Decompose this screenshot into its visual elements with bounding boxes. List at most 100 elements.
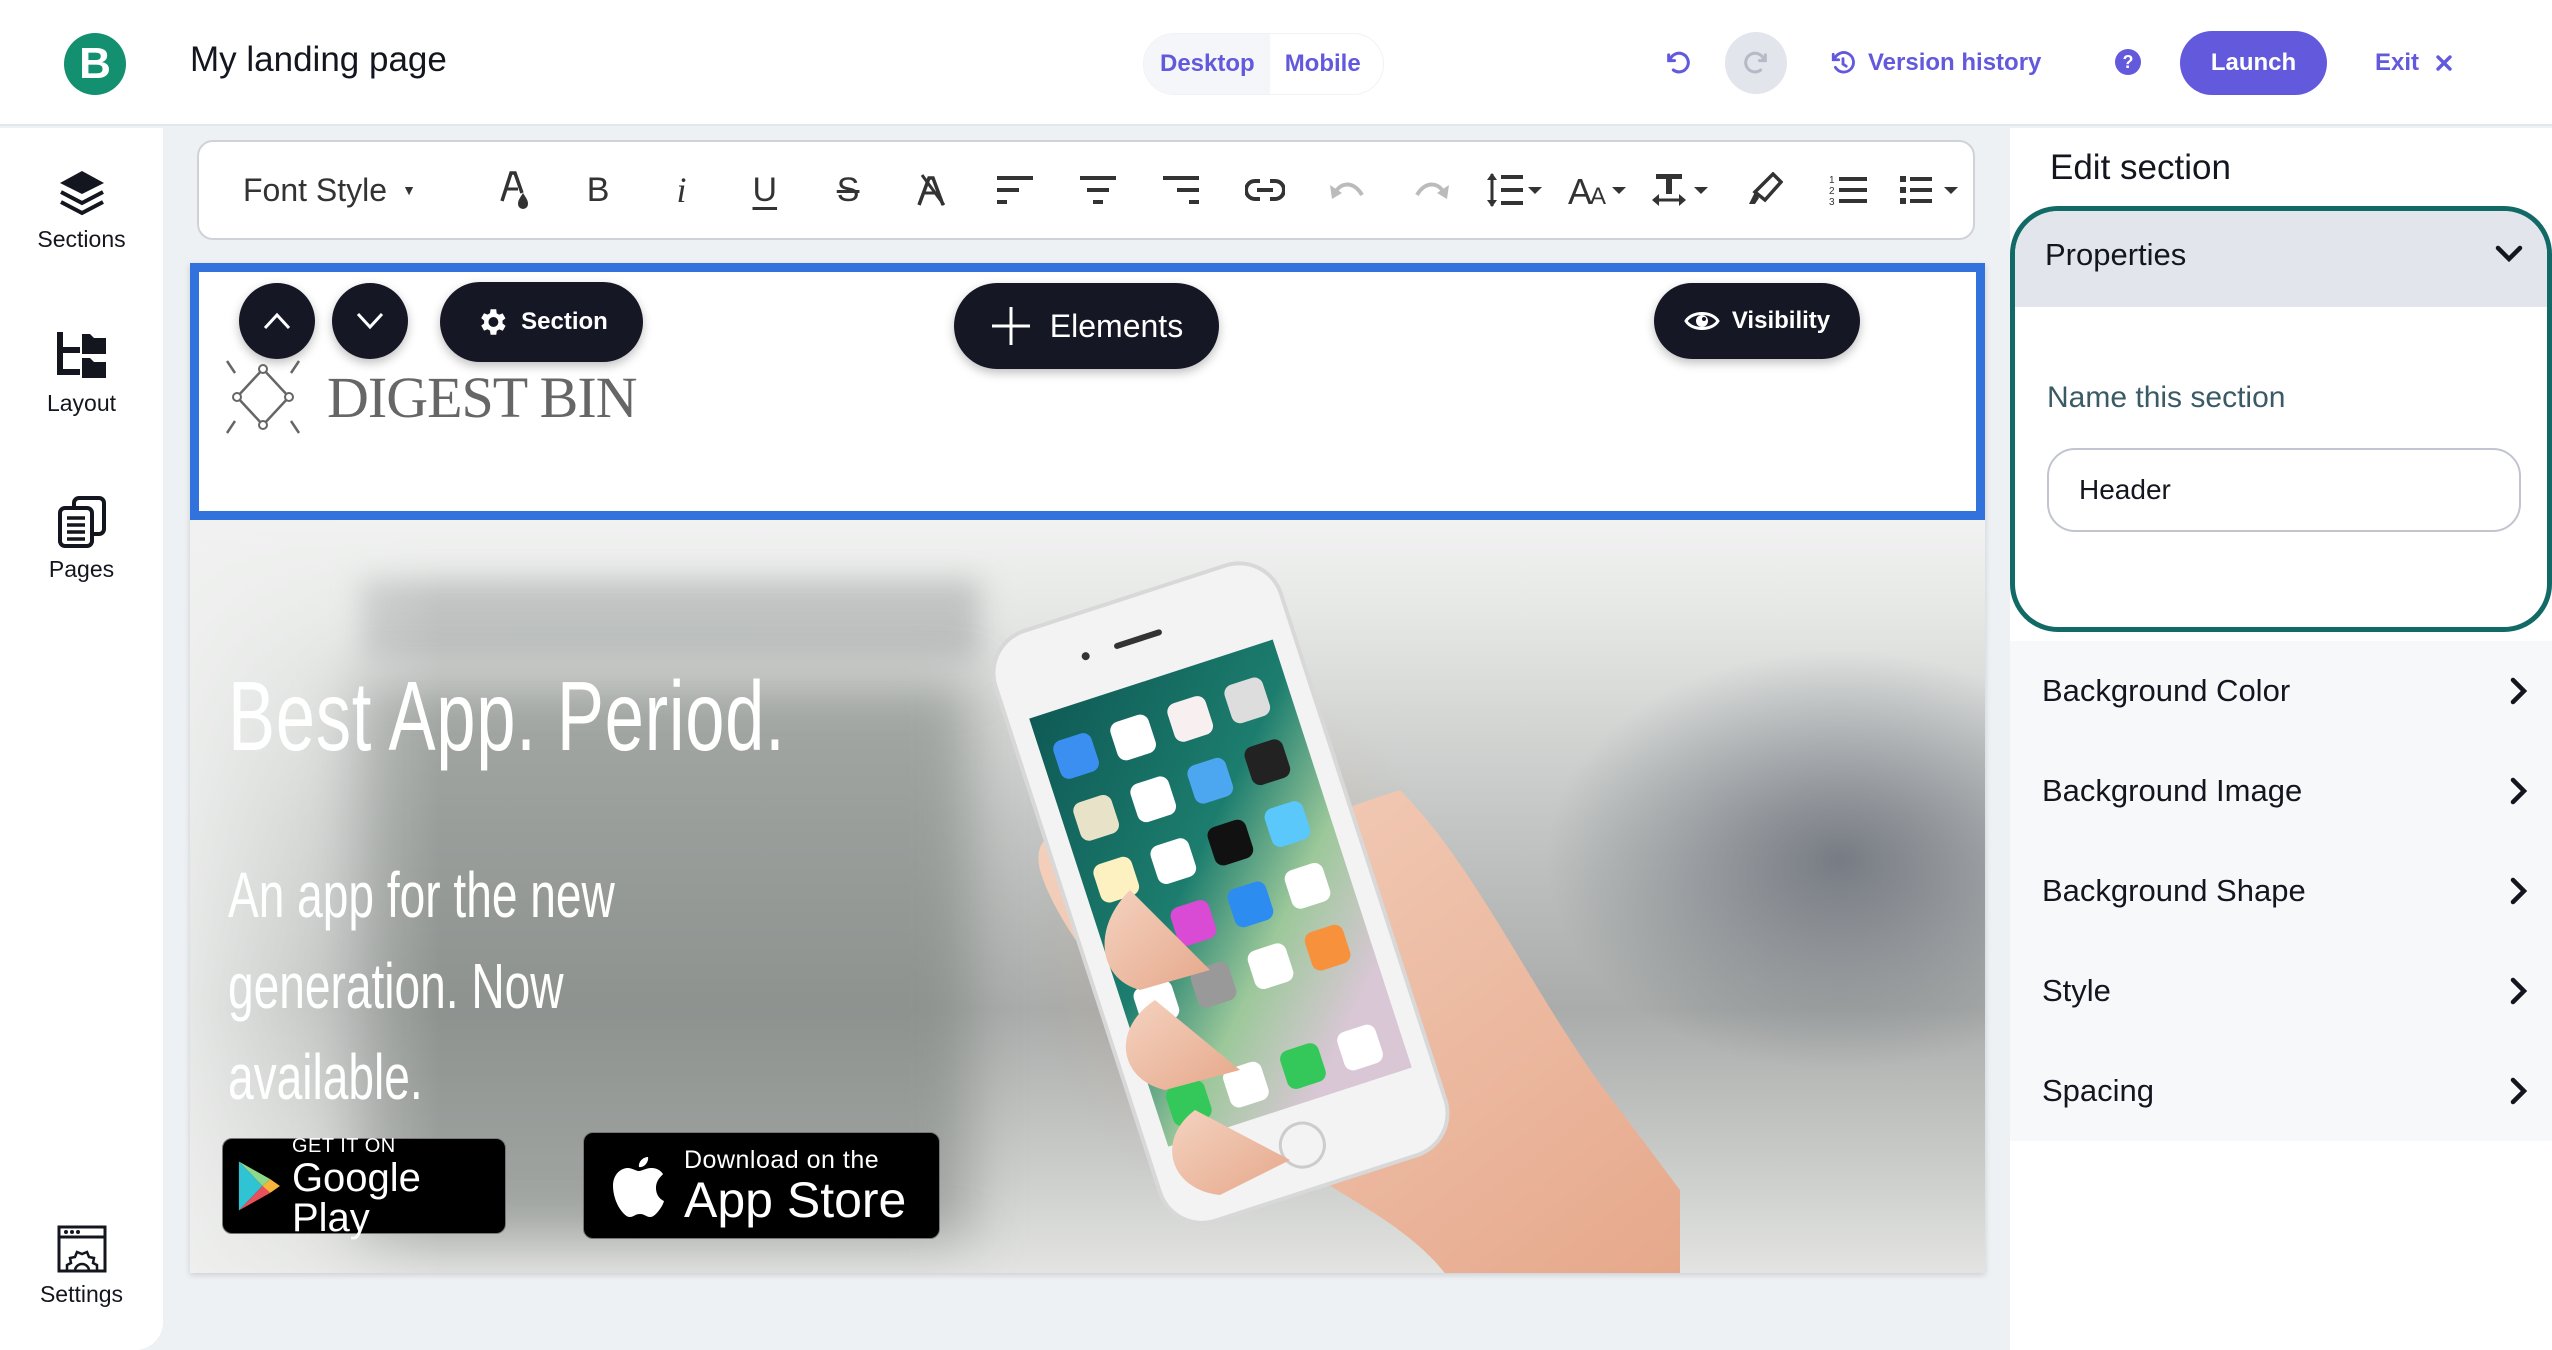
section-name-input[interactable] (2047, 448, 2521, 532)
option-label: Background Color (2042, 673, 2291, 708)
google-play-badge[interactable]: GET IT ON Google Play (222, 1134, 506, 1238)
google-play-small-text: GET IT ON (291, 1134, 396, 1157)
hero-section[interactable]: Best App. Period. An app for the new gen… (190, 520, 1985, 1273)
text-undo-button[interactable] (1306, 160, 1389, 220)
align-left-button[interactable] (973, 160, 1056, 220)
view-mode-toggle: Desktop Mobile (1143, 33, 1384, 95)
align-right-icon (1163, 176, 1200, 204)
strikethrough-icon: S (836, 170, 860, 209)
version-history-button[interactable]: Version history (1830, 40, 2041, 86)
sidebar-item-sections[interactable]: Sections (0, 168, 163, 253)
svg-text:A: A (1590, 183, 1606, 208)
highlighter-icon (1748, 172, 1783, 204)
option-background-image[interactable]: Background Image (2010, 741, 2552, 841)
unordered-list-dropdown[interactable] (1890, 160, 1973, 220)
redo-icon (1415, 182, 1450, 199)
exit-button[interactable]: Exit (2375, 40, 2453, 86)
line-height-icon (1486, 173, 1542, 207)
properties-accordion-header[interactable]: Properties (2015, 211, 2547, 307)
section-options-list: Background Color Background Image Backgr… (2010, 641, 2552, 1141)
logo-letter: B (79, 39, 111, 88)
italic-button[interactable]: i (640, 160, 723, 220)
phone-in-hand-image (991, 561, 1680, 1273)
line-height-dropdown[interactable] (1473, 160, 1556, 220)
pages-icon (57, 496, 106, 548)
background-blur (360, 580, 980, 660)
undo-icon (1330, 182, 1364, 199)
align-center-button[interactable] (1056, 160, 1139, 220)
chevron-down-icon (2495, 245, 2523, 263)
clear-format-button[interactable] (890, 160, 973, 220)
sidebar-item-pages[interactable]: Pages (0, 496, 163, 583)
link-button[interactable] (1223, 160, 1306, 220)
option-label: Spacing (2042, 1073, 2155, 1108)
svg-text:2: 2 (1829, 186, 1835, 197)
app-store-small-text: Download on the (684, 1146, 880, 1174)
caret-down-icon: ▼ (402, 182, 416, 198)
hero-title[interactable]: Best App. Period. (228, 660, 785, 773)
font-size-dropdown[interactable]: AA (1556, 160, 1639, 220)
help-button[interactable]: ? (2110, 44, 2146, 80)
ordered-list-icon: 123 (1829, 175, 1868, 206)
chevron-up-icon (263, 312, 291, 330)
section-button-label: Section (521, 308, 608, 335)
underline-button[interactable]: U (723, 160, 806, 220)
option-label: Background Image (2042, 773, 2303, 808)
add-elements-button[interactable]: Elements (954, 283, 1219, 369)
diamond-logo-icon (225, 360, 301, 434)
redo-icon (1744, 51, 1767, 74)
font-style-label: Font Style (243, 171, 388, 208)
bold-icon: B (586, 170, 610, 209)
chevron-right-icon (2510, 1077, 2528, 1105)
chevron-right-icon (2510, 877, 2528, 905)
sidebar-item-layout[interactable]: Layout (0, 330, 163, 417)
option-style[interactable]: Style (2010, 941, 2552, 1041)
option-background-shape[interactable]: Background Shape (2010, 841, 2552, 941)
exit-label: Exit (2375, 49, 2420, 76)
undo-button[interactable] (1655, 40, 1701, 86)
app-store-badge[interactable]: Download on the App Store (583, 1132, 940, 1239)
visibility-button-label: Visibility (1731, 307, 1831, 334)
chevron-right-icon (2510, 777, 2528, 805)
sidebar-label: Sections (37, 226, 126, 252)
launch-button[interactable]: Launch (2180, 31, 2327, 95)
properties-label: Properties (2045, 237, 2187, 272)
apple-icon (613, 1156, 664, 1217)
ordered-list-button[interactable]: 123 (1806, 160, 1889, 220)
google-play-big-text: Google Play (291, 1155, 421, 1240)
version-history-label: Version history (1868, 49, 2042, 76)
view-desktop-button[interactable]: Desktop (1144, 34, 1270, 94)
option-background-color[interactable]: Background Color (2010, 641, 2552, 741)
font-style-dropdown[interactable]: Font Style ▼ (243, 160, 473, 220)
chevron-right-icon (2510, 977, 2528, 1005)
italic-icon: i (676, 170, 687, 210)
brand-logo[interactable]: DIGEST BIN (225, 359, 638, 435)
hero-subtitle[interactable]: An app for the new generation. Now avail… (228, 850, 660, 1123)
move-section-up-button[interactable] (239, 283, 315, 359)
view-mobile-button[interactable]: Mobile (1269, 34, 1383, 94)
visibility-button[interactable]: Visibility (1654, 283, 1860, 359)
align-right-button[interactable] (1140, 160, 1223, 220)
font-size-icon: AA (1568, 172, 1627, 208)
section-settings-button[interactable]: Section (440, 282, 643, 362)
text-format-toolbar: Font Style ▼ B i U S AA 123 (197, 140, 1975, 240)
help-icon: ? (2115, 49, 2141, 75)
highlight-button[interactable] (1723, 160, 1806, 220)
plus-icon (991, 307, 1030, 345)
text-redo-button[interactable] (1390, 160, 1473, 220)
move-section-down-button[interactable] (332, 283, 408, 359)
page-title[interactable]: My landing page (190, 40, 447, 80)
bold-button[interactable]: B (556, 160, 639, 220)
svg-text:1: 1 (1829, 175, 1835, 186)
link-icon (1244, 179, 1285, 201)
option-spacing[interactable]: Spacing (2010, 1041, 2552, 1141)
strikethrough-button[interactable]: S (806, 160, 889, 220)
app-logo[interactable]: B (64, 33, 126, 95)
chevron-down-icon (356, 312, 384, 330)
header-section-selected[interactable]: Section Elements Visibility DIGEST BIN (190, 263, 1985, 520)
letter-spacing-dropdown[interactable] (1640, 160, 1723, 220)
redo-button[interactable] (1725, 32, 1787, 94)
text-color-button[interactable] (473, 160, 556, 220)
align-center-icon (1080, 176, 1117, 204)
sidebar-item-settings[interactable]: Settings (0, 1225, 163, 1308)
